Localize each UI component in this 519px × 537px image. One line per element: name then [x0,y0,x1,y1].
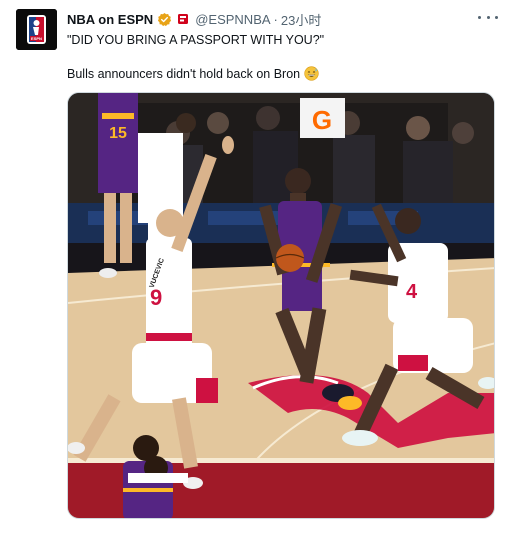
jersey-number-purple: 15 [109,125,127,142]
separator-dot: · [273,11,278,27]
court-letter-g: G [312,105,332,135]
tweet-body-text: Bulls announcers didn't hold back on Bro… [67,66,301,81]
tweet-quote-text: "DID YOU BRING A PASSPORT WITH YOU?" [67,33,325,47]
timestamp[interactable]: 23小时 [281,10,321,29]
handle[interactable]: @ESPNNBA [195,12,270,27]
video-frame: G 15 9 VUCEVIC 4 [68,93,494,518]
tweet[interactable]: ESPN NBA on ESPN @ESPNNBA · 23小时 "DID YO… [0,0,519,537]
affiliate-badge-icon[interactable] [177,13,189,25]
avatar[interactable]: ESPN [16,9,57,50]
verified-badge-icon[interactable] [157,12,172,27]
tweet-header: NBA on ESPN @ESPNNBA · 23小时 [67,10,321,28]
jersey-number-right: 4 [406,281,418,303]
tweet-media-video[interactable]: G 15 9 VUCEVIC 4 [67,92,495,519]
more-horizontal-icon[interactable] [478,10,498,24]
grinning-sweat-emoji-icon [304,66,319,81]
display-name[interactable]: NBA on ESPN [67,12,153,27]
svg-text:ESPN: ESPN [31,36,42,41]
tweet-body: Bulls announcers didn't hold back on Bro… [67,66,319,81]
